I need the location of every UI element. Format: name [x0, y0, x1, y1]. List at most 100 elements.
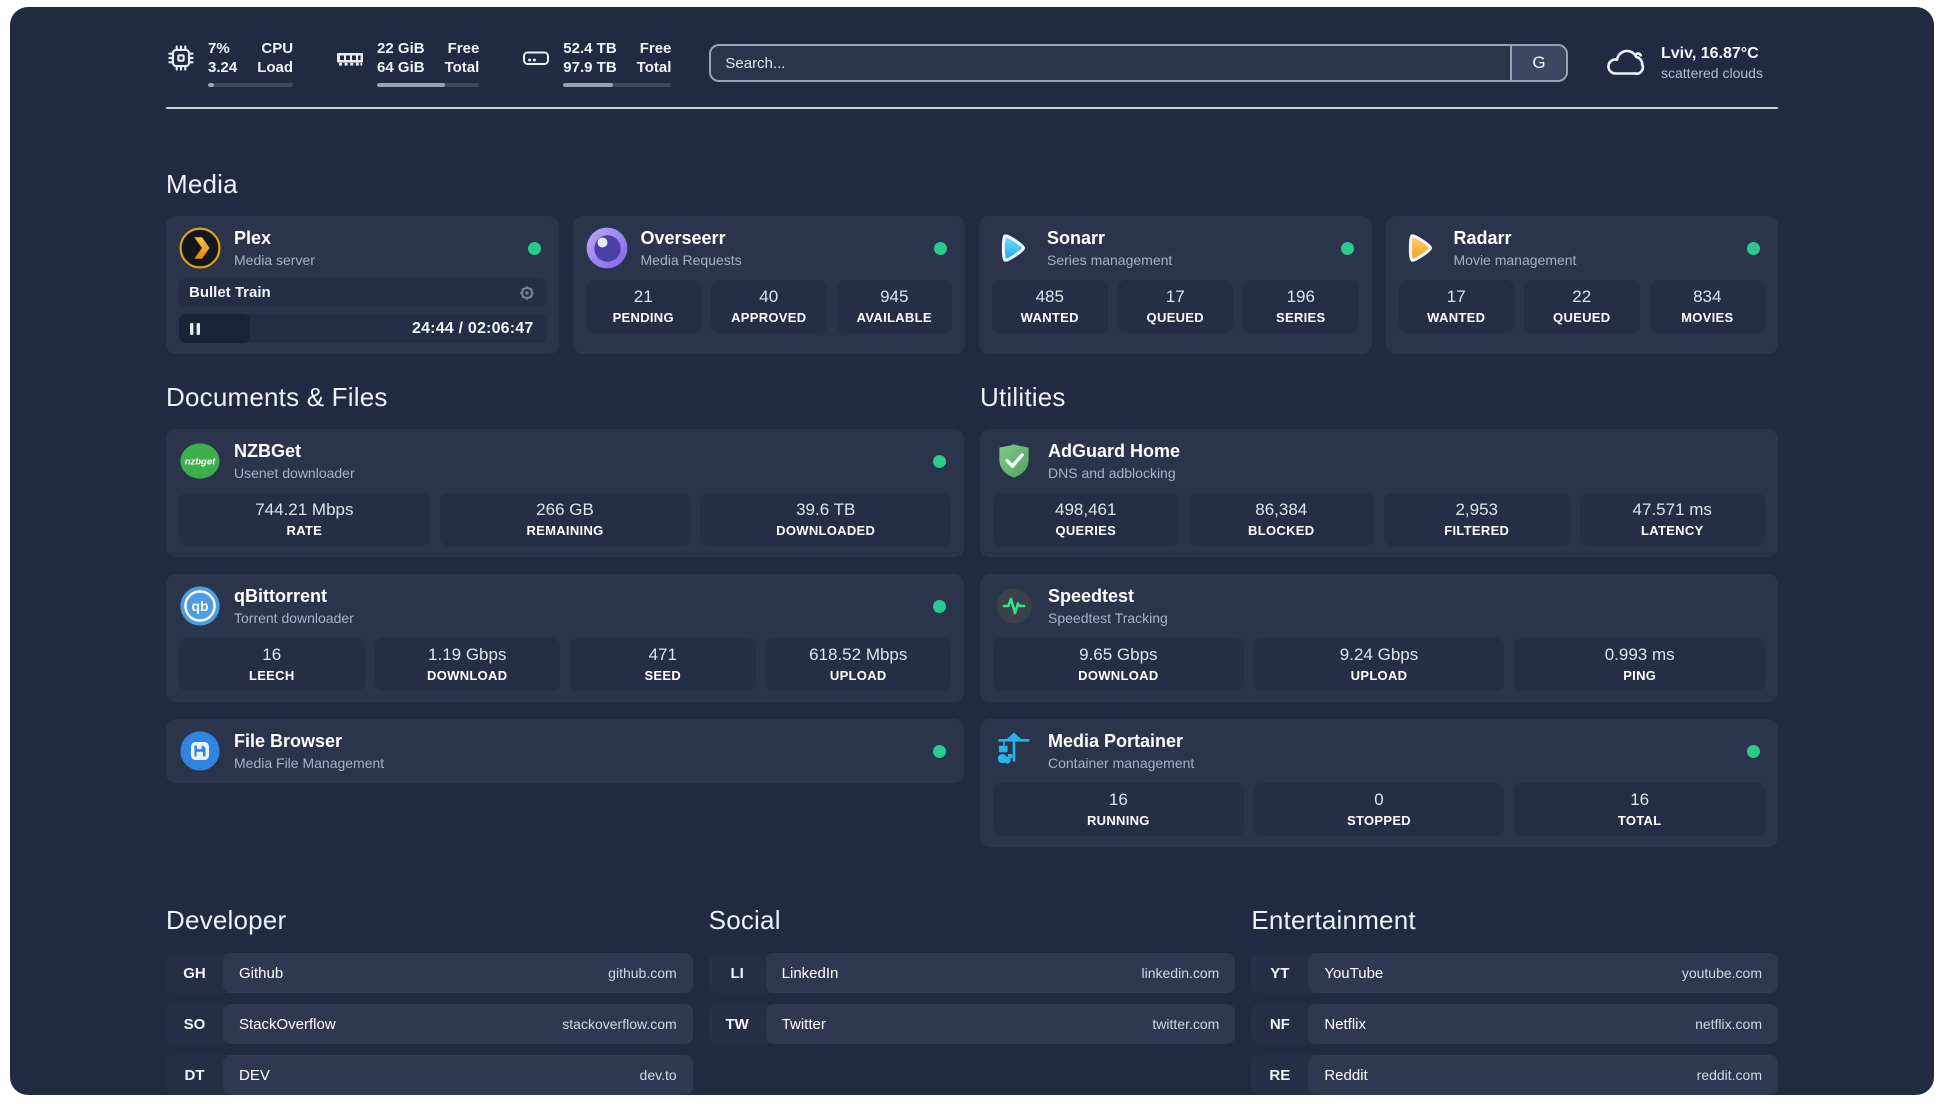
memory-free-label: Free	[447, 40, 480, 57]
service-description: Series management	[1047, 252, 1173, 268]
section-developer: Developer GH Github github.com SO StackO…	[166, 905, 693, 1095]
svg-text:qb: qb	[191, 598, 208, 614]
stat-box-filtered: 2,953 FILTERED	[1384, 493, 1570, 546]
stat-box-pending: 21 PENDING	[585, 280, 701, 333]
search-bar: G	[709, 44, 1568, 82]
link-name: Github	[239, 964, 284, 982]
stat-box-remaining: 266 GB REMAINING	[439, 493, 691, 546]
filebrowser-icon	[180, 731, 220, 771]
pause-icon	[190, 322, 200, 335]
stat-box-wanted: 485 WANTED	[992, 280, 1108, 333]
link-url: reddit.com	[1696, 1067, 1762, 1083]
link-name: StackOverflow	[239, 1015, 336, 1033]
service-card-sonarr[interactable]: Sonarr Series management 485 WANTED 17 Q…	[979, 216, 1372, 354]
link-row-twitter[interactable]: TW Twitter twitter.com	[708, 1004, 1236, 1044]
section-title-social: Social	[708, 905, 781, 935]
section-title-documents: Documents & Files	[166, 382, 388, 412]
link-url: dev.to	[639, 1067, 677, 1083]
now-playing-settings-icon[interactable]	[518, 284, 536, 302]
link-name: Twitter	[781, 1015, 826, 1033]
status-dot	[933, 454, 946, 468]
service-card-portainer[interactable]: Media Portainer Container management 16 …	[980, 719, 1778, 847]
link-tag: RE	[1269, 1066, 1291, 1084]
search-input[interactable]	[711, 46, 1510, 80]
stat-box-blocked: 86,384 BLOCKED	[1188, 493, 1374, 546]
cpu-load-value: 3.24	[208, 59, 238, 76]
adguard-icon	[999, 444, 1029, 478]
storage-progress-track	[563, 83, 672, 87]
service-card-adguard[interactable]: AdGuard Home DNS and adblocking 498,461 …	[980, 429, 1778, 557]
cpu-progress-track	[208, 83, 294, 87]
link-tag: GH	[183, 964, 206, 982]
section-entertainment: Entertainment YT YouTube youtube.com NF …	[1251, 905, 1778, 1095]
link-tag: TW	[725, 1015, 749, 1033]
stat-box-queries: 498,461 QUERIES	[993, 493, 1179, 546]
service-card-qbittorrent[interactable]: qb qBittorrent Torrent downloader 16 LEE…	[166, 574, 964, 702]
service-description: Speedtest Tracking	[1048, 610, 1168, 626]
service-description: Media File Management	[234, 755, 385, 771]
system-stat-cpu: 7% 3.24 CPU Load	[166, 39, 294, 87]
storage-free-label: Free	[639, 40, 672, 57]
weather-condition: scattered clouds	[1661, 65, 1763, 81]
stat-box-wanted: 17 WANTED	[1398, 280, 1514, 333]
header: 7% 3.24 CPU Load 22 GiB 64 GiB Free Tota…	[166, 7, 1778, 87]
sonarr-icon	[1001, 234, 1025, 262]
service-card-filebrowser[interactable]: File Browser Media File Management	[166, 719, 964, 783]
service-description: DNS and adblocking	[1048, 465, 1176, 481]
system-stat-memory: 22 GiB 64 GiB Free Total	[335, 39, 480, 87]
cpu-progress-fill	[208, 83, 214, 87]
storage-free-value: 52.4 TB	[563, 40, 617, 57]
service-card-plex[interactable]: Plex Media server Bullet Train 24:44 / 0…	[166, 216, 559, 354]
link-row-github[interactable]: GH Github github.com	[166, 953, 693, 993]
status-dot	[934, 241, 947, 255]
link-row-youtube[interactable]: YT YouTube youtube.com	[1251, 953, 1778, 993]
service-name: Overseerr	[640, 228, 726, 248]
service-name: Radarr	[1453, 228, 1512, 248]
service-name: Sonarr	[1047, 228, 1106, 248]
radarr-icon	[1408, 234, 1432, 262]
link-tag: LI	[730, 964, 744, 982]
section-media: Media Plex Media server Bullet Train 24:…	[166, 169, 1778, 354]
service-name: Media Portainer	[1048, 731, 1184, 751]
service-description: Media Requests	[640, 252, 742, 268]
service-card-speedtest[interactable]: Speedtest Speedtest Tracking 9.65 Gbps D…	[980, 574, 1778, 702]
link-row-stackoverflow[interactable]: SO StackOverflow stackoverflow.com	[166, 1004, 693, 1044]
storage-total-value: 97.9 TB	[563, 59, 617, 76]
storage-total-label: Total	[636, 59, 672, 76]
cloud-icon	[1607, 49, 1645, 75]
link-row-netflix[interactable]: NF Netflix netflix.com	[1251, 1004, 1778, 1044]
service-card-radarr[interactable]: Radarr Movie management 17 WANTED 22 QUE…	[1385, 216, 1778, 354]
link-row-linkedin[interactable]: LI LinkedIn linkedin.com	[708, 953, 1236, 993]
service-card-overseerr[interactable]: Overseerr Media Requests 21 PENDING 40 A…	[572, 216, 965, 354]
stat-box-download: 1.19 Gbps DOWNLOAD	[374, 638, 560, 691]
status-dot	[1747, 744, 1760, 758]
stat-box-queued: 22 QUEUED	[1524, 280, 1640, 333]
section-title-media: Media	[166, 169, 238, 199]
stat-box-download: 9.65 Gbps DOWNLOAD	[993, 638, 1244, 691]
stat-box-latency: 47.571 ms LATENCY	[1579, 493, 1765, 546]
memory-total-label: Total	[444, 59, 480, 76]
status-dot	[1340, 241, 1354, 255]
section-documents: Documents & Files nzbget NZBGet Usenet d…	[166, 382, 964, 847]
link-tag: SO	[183, 1015, 206, 1033]
section-title-utilities: Utilities	[980, 382, 1066, 412]
service-description: Container management	[1048, 755, 1195, 771]
service-card-nzbget[interactable]: nzbget NZBGet Usenet downloader 744.21 M…	[166, 429, 964, 557]
stat-box-queued: 17 QUEUED	[1117, 280, 1233, 333]
stat-box-seed: 471 SEED	[570, 638, 756, 691]
google-search-button[interactable]: G	[1510, 46, 1566, 80]
dashboard-panel: 7% 3.24 CPU Load 22 GiB 64 GiB Free Tota…	[10, 7, 1934, 1095]
stat-box-ping: 0.993 ms PING	[1514, 638, 1766, 691]
link-row-dev[interactable]: DT DEV dev.to	[166, 1055, 693, 1095]
portainer-icon	[997, 732, 1030, 764]
link-url: stackoverflow.com	[562, 1016, 677, 1032]
service-name: Plex	[234, 228, 272, 248]
service-description: Media server	[234, 252, 315, 268]
link-tag: NF	[1269, 1015, 1290, 1033]
link-row-reddit[interactable]: RE Reddit reddit.com	[1251, 1055, 1778, 1095]
cpu-load-label: Load	[257, 59, 294, 76]
service-name: NZBGet	[234, 441, 301, 461]
service-description: Torrent downloader	[234, 610, 354, 626]
status-dot	[527, 241, 541, 255]
nzbget-icon: nzbget	[180, 443, 220, 479]
